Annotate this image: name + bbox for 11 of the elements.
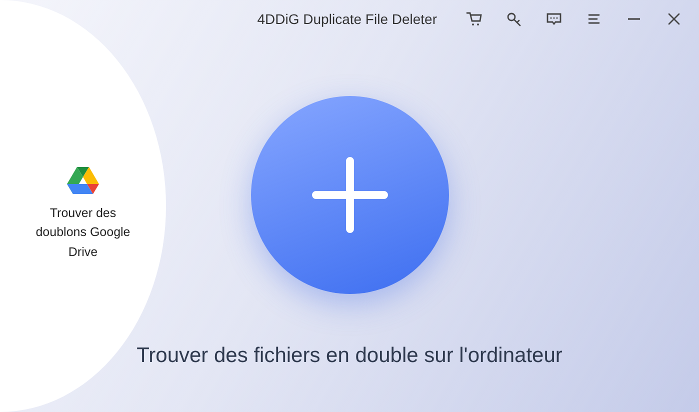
cart-icon: [466, 11, 482, 27]
key-icon: [506, 11, 522, 27]
minimize-icon: [628, 18, 640, 20]
option-label: Trouver des doublons Google Drive: [34, 205, 132, 261]
plus-icon: [310, 155, 390, 235]
close-icon: [666, 11, 682, 27]
drive-logo-icon: [66, 166, 100, 196]
message-icon: [546, 11, 562, 27]
window-title: 4DDiG Duplicate File Deleter: [257, 10, 437, 29]
action-label: Trouver des fichiers en double sur l'ordinateur: [136, 343, 564, 369]
drive-option[interactable]: Trouver des doublons Google Drive: [28, 166, 138, 262]
